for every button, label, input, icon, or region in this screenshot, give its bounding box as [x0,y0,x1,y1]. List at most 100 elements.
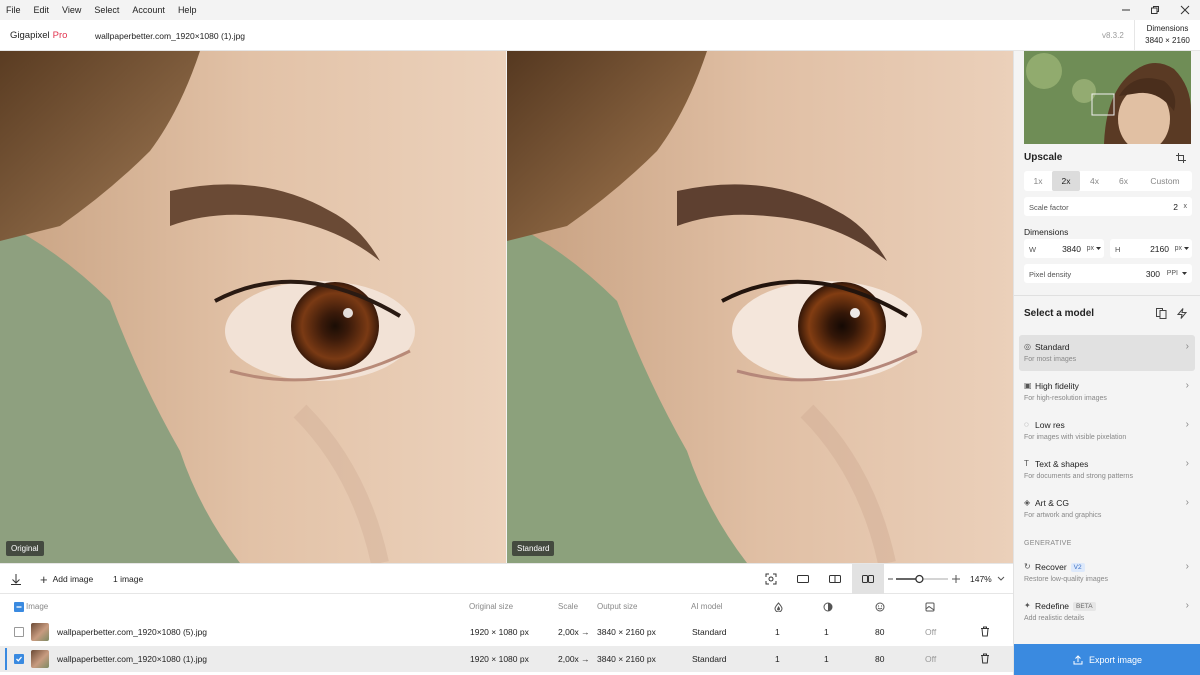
menu-select[interactable]: Select [88,0,126,20]
zoom-dropdown-button[interactable] [994,564,1008,594]
crop-icon[interactable] [1176,153,1186,163]
header-original-size: Original size [469,602,514,611]
row-checkbox[interactable] [14,627,24,637]
close-button[interactable] [1170,0,1200,20]
model-standard[interactable]: ◎ Standard For most images › [1019,335,1195,371]
row-scale: 2,00x → [558,654,590,664]
dimensions-title: Dimensions [1024,227,1069,237]
menu-view[interactable]: View [56,0,88,20]
caret-down-icon [1182,272,1187,275]
row-value-1: 1 [775,654,780,664]
menu-file[interactable]: File [0,0,28,20]
original-pane[interactable]: Original [0,51,506,563]
zoom-in-icon [952,575,960,583]
zoom-level[interactable]: 147% [970,574,992,584]
plus-icon: + [40,571,48,587]
app-name: Gigapixel [10,30,50,41]
face-detect-button[interactable] [760,564,782,594]
face-icon [875,602,885,612]
model-title: Redefine BETA [1035,601,1096,611]
select-all-checkbox[interactable] [14,602,24,612]
split-view-icon [829,575,841,583]
trash-icon[interactable] [980,626,990,637]
drop-icon [774,602,783,612]
image-count: 1 image [113,574,144,584]
enhanced-pane[interactable]: Standard [507,51,1013,563]
single-view-button[interactable] [792,564,814,594]
pixel-density-field[interactable]: Pixel density 300 PPI [1024,264,1192,283]
row-thumbnail [31,650,49,668]
version-badge: V2 [1070,563,1085,572]
width-value: 3840 [1062,244,1081,254]
output-dimensions-label: Dimensions [1146,24,1189,33]
collapse-panel-button[interactable] [6,564,26,594]
sidebar-divider [1014,295,1200,296]
model-title: Low res [1035,420,1065,430]
row-original-size: 1920 × 1080 px [470,627,529,637]
row-file-name: wallpaperbetter.com_1920×1080 (1).jpg [57,654,208,664]
model-high-fidelity[interactable]: ▣ High fidelity For high-resolution imag… [1019,374,1195,410]
chevron-right-icon: › [1185,561,1189,572]
table-header: Image Original size Scale Output size AI… [0,595,1013,619]
caret-down-icon [1096,247,1101,250]
trash-icon[interactable] [980,653,990,664]
zoom-slider[interactable] [884,564,964,594]
navigator-thumbnail[interactable] [1024,51,1191,144]
output-dimensions-value: 3840 × 2160 [1145,36,1190,45]
chevron-right-icon: › [1185,341,1189,352]
app-title: Gigapixel Pro [10,30,67,41]
scale-tab-2x[interactable]: 2x [1052,171,1080,191]
height-field[interactable]: H 2160 px [1110,239,1192,258]
model-subtitle: For documents and strong patterns [1024,473,1133,480]
lightning-icon[interactable] [1177,308,1187,319]
bottom-toolbar: + Add image 1 image 147% [0,563,1013,594]
split-view-button[interactable] [824,564,846,594]
restore-icon [1151,6,1159,14]
menu-edit[interactable]: Edit [28,0,57,20]
scale-tab-6x[interactable]: 6x [1109,171,1138,191]
menu-bar: File Edit View Select Account Help [0,0,1200,20]
row-output-size: 3840 × 2160 px [597,654,656,664]
scale-tab-custom[interactable]: Custom [1138,171,1192,191]
zoom-slider-track [888,574,960,584]
row-value-2: 1 [824,654,829,664]
model-redefine[interactable]: ✦ Redefine BETA Add realistic details › [1019,594,1195,630]
zoom-knob [915,574,924,584]
width-field[interactable]: W 3840 px [1024,239,1104,258]
restore-button[interactable] [1140,0,1170,20]
model-art-cg[interactable]: ◈ Art & CG For artwork and graphics › [1019,491,1195,527]
compare-models-icon[interactable] [1156,308,1167,319]
add-image-button[interactable]: + Add image [40,564,93,594]
side-by-side-view-button[interactable] [852,564,884,594]
row-value-4: Off [925,627,937,637]
chevron-right-icon: › [1185,419,1189,430]
model-subtitle: For artwork and graphics [1024,512,1102,519]
scale-factor-field[interactable]: Scale factor 2 x [1024,197,1192,216]
row-value-1: 1 [775,627,780,637]
model-subtitle: For most images [1024,356,1077,363]
original-image [0,51,506,563]
table-row-selected[interactable]: wallpaperbetter.com_1920×1080 (1).jpg 19… [0,646,1013,672]
scale-factor-label: Scale factor [1029,203,1069,212]
selection-indicator [5,648,7,670]
export-image-button[interactable]: Export image [1014,644,1200,675]
model-recover[interactable]: ↻ Recover V2 Restore low-quality images › [1019,555,1195,591]
header-ai-model: AI model [691,602,723,611]
model-text-shapes[interactable]: T Text & shapes For documents and strong… [1019,452,1195,488]
export-image-label: Export image [1088,654,1143,665]
model-title: High fidelity [1035,381,1079,391]
contrast-icon [823,602,833,612]
model-subtitle: Restore low-quality images [1024,576,1109,583]
table-row[interactable]: wallpaperbetter.com_1920×1080 (5).jpg 19… [0,619,1013,645]
row-checkbox-checked[interactable] [14,654,24,664]
menu-account[interactable]: Account [126,0,172,20]
menu-help[interactable]: Help [172,0,204,20]
header-scale: Scale [558,602,579,611]
image-preview[interactable]: Original Standard [0,51,1013,563]
low-res-model-icon: ◌ [1024,420,1029,429]
minimize-button[interactable] [1111,0,1141,20]
scale-tab-4x[interactable]: 4x [1080,171,1109,191]
model-low-res[interactable]: ◌ Low res For images with visible pixela… [1019,413,1195,449]
width-label: W [1029,245,1037,254]
scale-tab-1x[interactable]: 1x [1024,171,1052,191]
